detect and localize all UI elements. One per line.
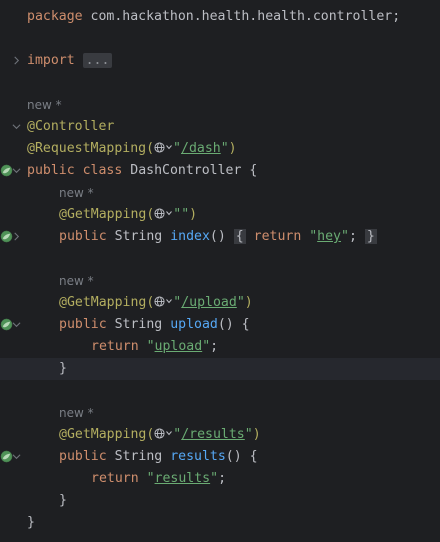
chevron-down-icon[interactable] [166,430,173,436]
code-line-return-upload[interactable]: return "upload"; [0,336,440,358]
author-hint[interactable]: new * [27,94,62,116]
closing-brace: } [59,493,67,508]
keyword-public: public [59,229,107,244]
code-line-request-mapping[interactable]: @RequestMapping("/dash") [0,138,440,160]
closing-brace: } [27,515,35,530]
code-line-hint: new * [0,94,440,116]
folded-brace-open[interactable]: { [233,229,246,244]
import-fold-placeholder[interactable]: ... [82,53,113,68]
method-name-upload: upload [170,317,218,332]
code-line-method-upload[interactable]: public String upload() { [0,314,440,336]
keyword-return: return [91,471,139,486]
keyword-public: public [59,317,107,332]
code-editor[interactable]: package com.hackathon.health.health.cont… [0,0,440,542]
url-upload[interactable]: /upload [181,295,237,310]
chevron-right-icon[interactable] [12,232,21,241]
keyword-return: return [253,229,302,244]
code-line-close-upload[interactable]: } [0,358,440,380]
folded-brace-close[interactable]: } [364,229,377,244]
code-line-close-results[interactable]: } [0,490,440,512]
keyword-public: public [27,163,75,178]
chevron-down-icon[interactable] [166,210,173,216]
keyword-public: public [59,449,107,464]
code-line-hint: new * [0,182,440,204]
chevron-down-icon[interactable] [12,166,21,175]
string-results: results [154,471,211,486]
author-hint[interactable]: new * [59,182,94,204]
type-string: String [114,317,163,332]
code-line-controller-annotation[interactable]: @Controller [0,116,440,138]
code-line-return-results[interactable]: return "results"; [0,468,440,490]
keyword-import: import [27,53,75,68]
string-empty: "" [173,207,190,222]
code-line-method-results[interactable]: public String results() { [0,446,440,468]
keyword-class: class [82,163,123,178]
url-results[interactable]: /results [181,427,245,442]
chevron-right-icon[interactable] [12,56,21,65]
keyword-package: package [27,9,83,24]
method-name-index: index [170,229,210,244]
annotation-get-mapping: @GetMapping( [59,295,155,310]
code-line-package[interactable]: package com.hackathon.health.health.cont… [0,6,440,28]
author-hint[interactable]: new * [59,270,94,292]
method-name-results: results [170,449,226,464]
chevron-down-icon[interactable] [166,144,172,150]
code-line-class-declaration[interactable]: public class DashController { [0,160,440,182]
chevron-down-icon[interactable] [12,452,21,461]
class-name: DashController [130,163,242,178]
annotation-controller: @Controller [27,119,115,134]
code-line-import[interactable]: import ... [0,50,440,72]
code-line-hint: new * [0,402,440,424]
chevron-down-icon[interactable] [12,320,21,329]
string-upload: upload [154,339,203,354]
chevron-down-icon[interactable] [166,298,173,304]
annotation-request-mapping: @RequestMapping( [27,141,155,156]
string-hey: hey [317,229,341,244]
annotation-get-mapping: @GetMapping( [59,207,155,222]
code-line-method-index[interactable]: public String index() { return "hey"; } [0,226,440,248]
code-line-close-class[interactable]: } [0,512,440,534]
code-line-get-mapping-upload[interactable]: @GetMapping("/upload") [0,292,440,314]
globe-icon[interactable] [154,296,165,307]
author-hint[interactable]: new * [59,402,94,424]
type-string: String [114,449,163,464]
url-dash[interactable]: /dash [181,141,221,156]
chevron-down-icon[interactable] [12,122,21,131]
globe-icon[interactable] [154,142,165,153]
annotation-get-mapping: @GetMapping( [59,427,155,442]
code-line-hint: new * [0,270,440,292]
code-line-get-mapping-index[interactable]: @GetMapping("") [0,204,440,226]
type-string: String [114,229,163,244]
closing-brace: } [59,361,67,376]
keyword-return: return [91,339,139,354]
code-line-get-mapping-results[interactable]: @GetMapping("/results") [0,424,440,446]
package-name: com.hackathon.health.health.controller; [82,9,401,24]
globe-icon[interactable] [154,208,165,219]
globe-icon[interactable] [154,428,165,439]
